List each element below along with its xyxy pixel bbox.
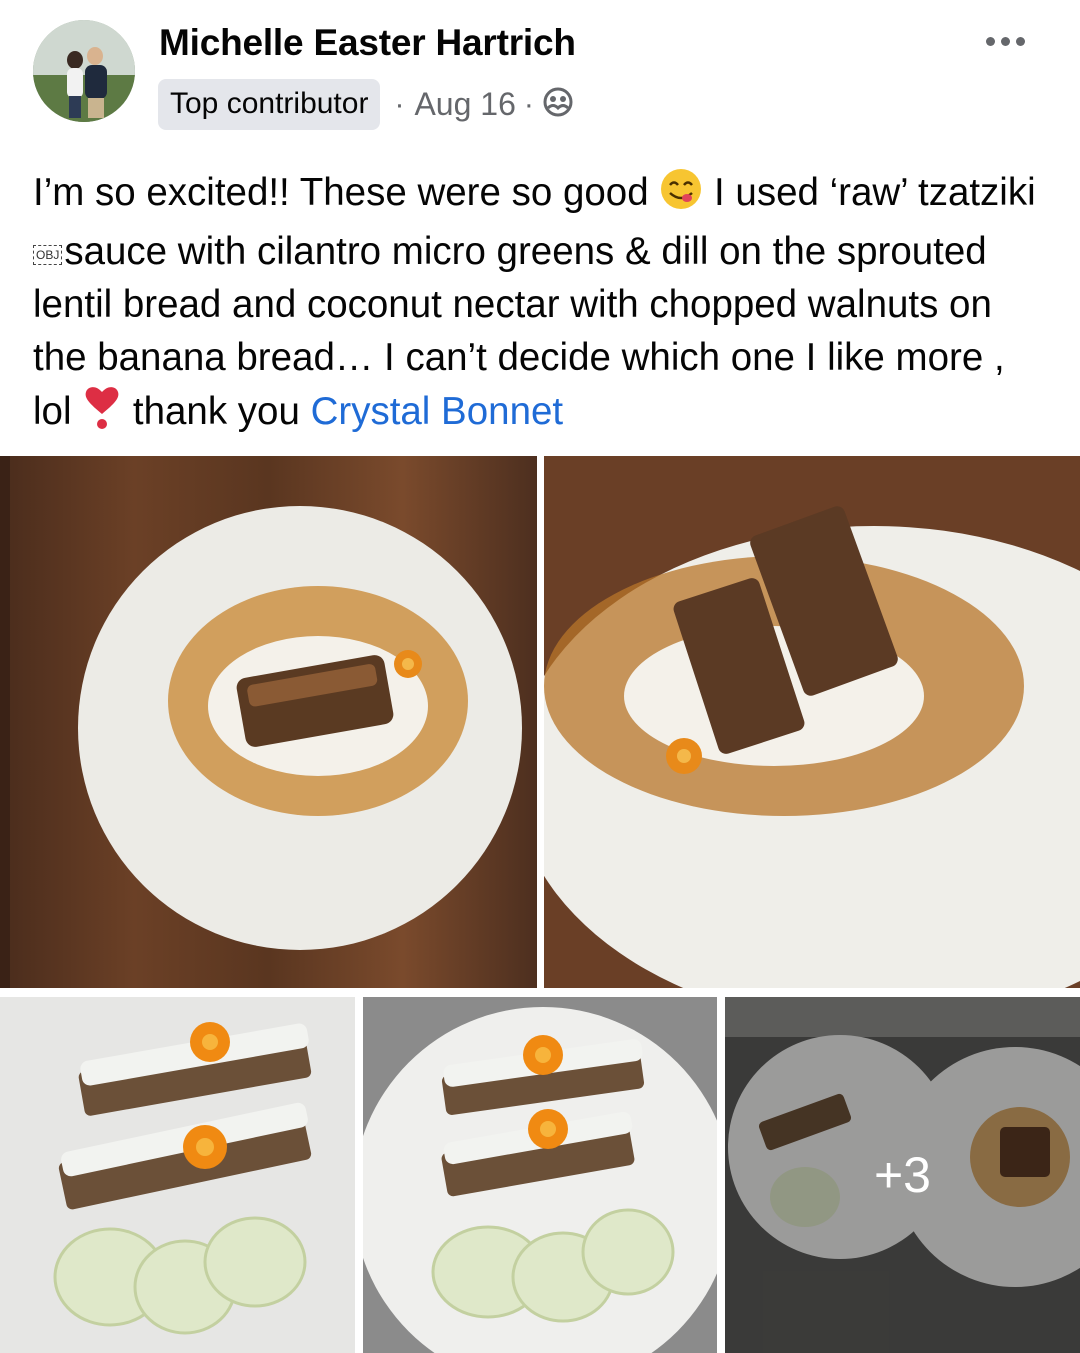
post-meta: Top contributor · Aug 16 · [158, 79, 574, 130]
post-text-part-2: I used ‘raw’ tzatziki [703, 171, 1036, 214]
photo-2[interactable] [544, 456, 1080, 988]
more-dot [1016, 36, 1025, 46]
top-contributor-badge[interactable]: Top contributor [158, 79, 381, 130]
friends-audience-icon[interactable] [542, 86, 574, 123]
more-photos-overlay: +3 [725, 997, 1080, 1353]
photo-4[interactable] [363, 997, 717, 1353]
post-text-part-4: thank you [122, 390, 311, 433]
photo-4-image [363, 997, 717, 1353]
more-dot [1001, 36, 1010, 46]
post-text: I’m so excited!! These were so good I us… [33, 166, 1043, 444]
more-photos-count: +3 [873, 1147, 931, 1203]
post-date[interactable]: Aug 16 [414, 86, 515, 123]
author-name[interactable]: Michelle Easter Hartrich [159, 22, 576, 64]
object-replacement-glyph: OBJ [33, 245, 63, 265]
photo-2-image [544, 456, 1080, 988]
photo-5-more[interactable]: +3 [725, 997, 1080, 1353]
more-dot [986, 36, 995, 46]
mention-link[interactable]: Crystal Bonnet [311, 390, 564, 433]
photo-3-image [0, 997, 355, 1353]
photo-3[interactable] [0, 997, 355, 1353]
avatar-photo [33, 20, 135, 122]
meta-separator: · [523, 87, 534, 121]
meta-separator: · [394, 87, 405, 121]
author-avatar[interactable] [33, 20, 135, 122]
photo-1-image [0, 456, 537, 988]
post-text-part-1: I’m so excited!! These were so good [33, 171, 660, 214]
face-savoring-food-emoji [659, 167, 703, 225]
more-options-icon[interactable] [986, 30, 1036, 52]
photo-1[interactable] [0, 456, 537, 988]
heavy-exclamation-heart-emoji [82, 384, 122, 444]
